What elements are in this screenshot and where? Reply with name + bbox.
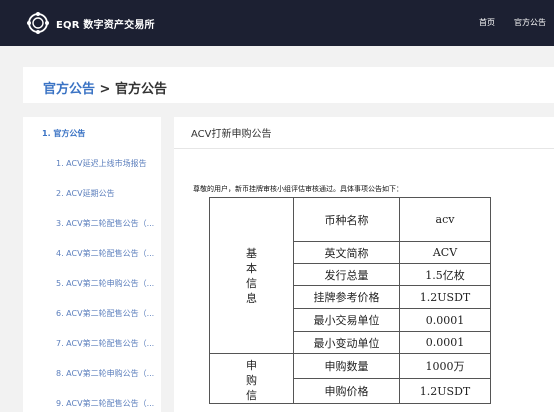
- breadcrumb-parent-link[interactable]: 官方公告: [43, 82, 95, 97]
- sidebar-item-label: 2. ACV延期公告: [56, 189, 115, 198]
- field-value: 1.5亿枚: [399, 263, 491, 286]
- field-label: 最小交易单位: [293, 308, 400, 332]
- field-label: 发行总量: [293, 263, 400, 286]
- sidebar-item-label: 7. ACV第二轮配售公告（...: [56, 339, 155, 348]
- sidebar-item-label: 3. ACV第二轮配售公告（...: [56, 219, 155, 228]
- field-value: 0.0001: [399, 331, 491, 354]
- sidebar-item[interactable]: 5. ACV第二轮申购公告（...: [23, 269, 161, 299]
- sidebar-item[interactable]: 3. ACV第二轮配售公告（...: [23, 209, 161, 239]
- logo-icon[interactable]: [26, 11, 50, 35]
- brand-name[interactable]: EQR 数字资产交易所: [56, 16, 155, 31]
- table-row: 申购信 申购数量 1000万: [209, 353, 491, 404]
- sidebar-item[interactable]: 7. ACV第二轮配售公告（...: [23, 329, 161, 359]
- field-label: 申购价格: [293, 378, 400, 404]
- sidebar-item-official-notice[interactable]: 1. 官方公告: [23, 119, 161, 149]
- top-navbar: EQR 数字资产交易所 首页 官方公告: [0, 0, 554, 46]
- sidebar-item-label: 1. ACV延迟上线市场报告: [56, 159, 147, 168]
- field-value: 1.2USDT: [399, 285, 491, 309]
- sidebar-item-label: 4. ACV第二轮配售公告（...: [56, 249, 155, 258]
- sidebar-item[interactable]: 1. ACV延迟上线市场报告: [23, 149, 161, 179]
- sidebar-item-label: 1. 官方公告: [42, 129, 86, 138]
- nav-official-notice[interactable]: 官方公告: [514, 17, 554, 28]
- sidebar-item[interactable]: 6. ACV第二轮配售公告（...: [23, 299, 161, 329]
- field-value: acv: [399, 197, 491, 242]
- sidebar-item[interactable]: 4. ACV第二轮配售公告（...: [23, 239, 161, 269]
- field-label: 挂牌参考价格: [293, 285, 400, 309]
- field-value: ACV: [399, 241, 491, 264]
- breadcrumb-current: 官方公告: [114, 82, 167, 97]
- table-row: 基本信息 币种名称 acv: [209, 197, 491, 354]
- title-divider: [174, 148, 554, 149]
- group-label-basic-info: 基本信息: [209, 197, 294, 354]
- sidebar-item-label: 9. ACV第二轮配售公告（...: [56, 399, 155, 408]
- article-panel: ACV打新申购公告 尊敬的用户，新币挂牌审核小组评估审核通过。具体事项公告如下：…: [174, 117, 554, 412]
- field-label: 申购数量: [293, 353, 400, 379]
- field-label: 币种名称: [293, 197, 400, 242]
- field-label: 英文简称: [293, 241, 400, 264]
- breadcrumb-separator: >: [95, 82, 115, 97]
- sidebar-item[interactable]: 9. ACV第二轮配售公告（...: [23, 389, 161, 412]
- sidebar-item-label: 5. ACV第二轮申购公告（...: [56, 279, 155, 288]
- field-value: 1.2USDT: [399, 378, 491, 404]
- field-value: 1000万: [399, 353, 491, 379]
- nav-home[interactable]: 首页: [479, 17, 495, 28]
- sidebar-item-label: 6. ACV第二轮配售公告（...: [56, 309, 155, 318]
- breadcrumb: 官方公告 > 官方公告: [43, 78, 167, 97]
- field-value: 0.0001: [399, 308, 491, 332]
- sidebar-item-label: 8. ACV第二轮申购公告（...: [56, 369, 155, 378]
- sidebar-item[interactable]: 2. ACV延期公告: [23, 179, 161, 209]
- sidebar: 1. 官方公告 1. ACV延迟上线市场报告 2. ACV延期公告 3. ACV…: [23, 117, 161, 412]
- sidebar-item[interactable]: 8. ACV第二轮申购公告（...: [23, 359, 161, 389]
- breadcrumb-card: 官方公告 > 官方公告: [23, 67, 554, 103]
- field-label: 最小变动单位: [293, 331, 400, 354]
- token-info-table: 基本信息 币种名称 acv 英文简称 ACV 发行总量 1.5亿枚 挂牌参考价格…: [209, 197, 491, 404]
- article-title: ACV打新申购公告: [191, 129, 272, 140]
- group-label-subscription-info: 申购信: [209, 353, 294, 404]
- article-intro: 尊敬的用户，新币挂牌审核小组评估审核通过。具体事项公告如下：: [193, 185, 403, 193]
